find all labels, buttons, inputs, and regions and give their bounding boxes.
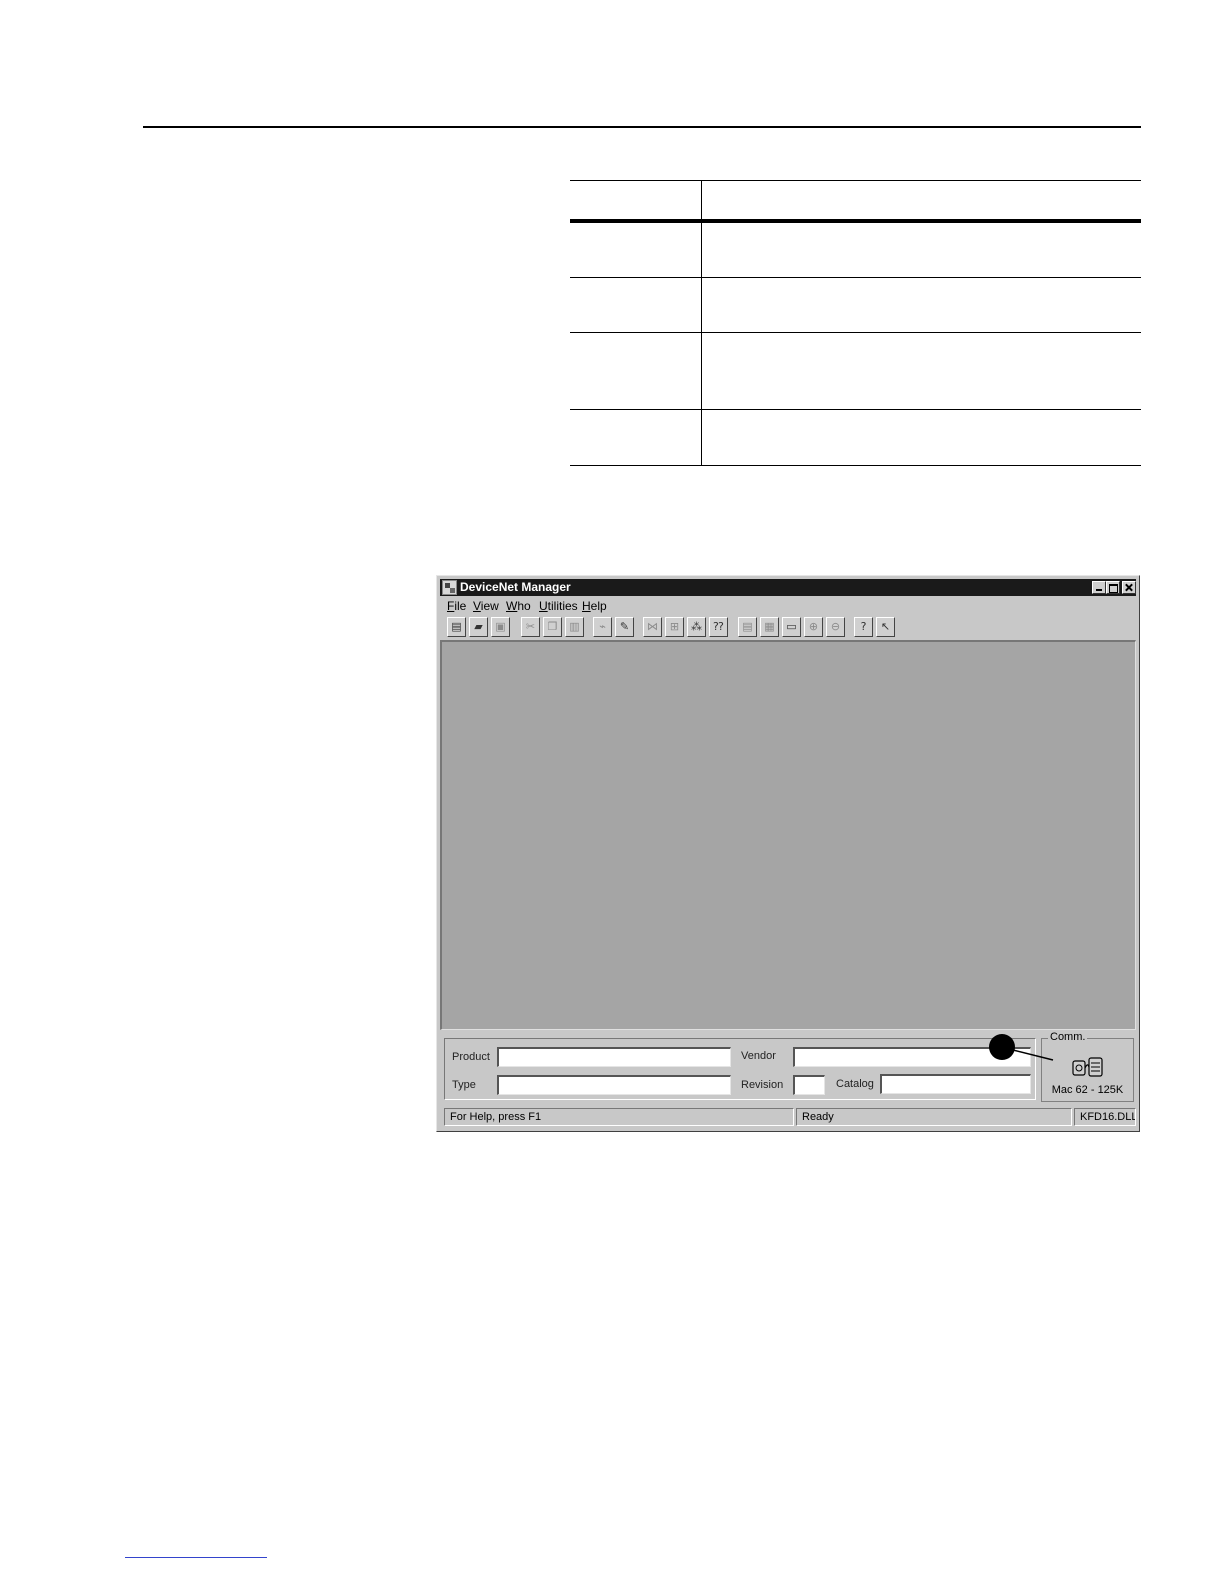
network-workspace[interactable] — [440, 640, 1136, 1030]
revision-field — [793, 1075, 825, 1095]
callout-marker — [989, 1034, 1015, 1060]
app-icon[interactable] — [442, 580, 457, 595]
view-details-icon[interactable]: ▦ — [760, 617, 779, 637]
table-rule — [570, 409, 1141, 410]
table-rule — [570, 277, 1141, 278]
menu-bar: File View Who Utilities Help — [440, 597, 1136, 615]
minimize-button[interactable] — [1092, 581, 1106, 594]
footer-link-underline[interactable] — [125, 1557, 267, 1558]
online-icon[interactable]: ⌁ — [593, 617, 612, 637]
paste-icon[interactable]: ▥ — [565, 617, 584, 637]
context-help-icon[interactable]: ↖ — [876, 617, 895, 637]
zoom-out-icon[interactable]: ⊖ — [826, 617, 845, 637]
grid-icon[interactable]: ⊞ — [665, 617, 684, 637]
save-icon[interactable]: ▣ — [491, 617, 510, 637]
type-label: Type — [452, 1079, 476, 1091]
node-commission-icon[interactable]: ⁂ — [687, 617, 706, 637]
copy-icon[interactable]: ❐ — [543, 617, 562, 637]
comm-link-icon[interactable] — [1070, 1055, 1106, 1081]
network-who-icon[interactable]: ⋈ — [643, 617, 662, 637]
toolbar: ▤ ▰ ▣ ✂ ❐ ▥ ⌁ ✎ ⋈ ⊞ ⁂ ⁇ ▤ ▦ ▭ ⊕ ⊖ ? ↖ — [447, 617, 1137, 639]
view-window-icon[interactable]: ▭ — [782, 617, 801, 637]
table-rule — [570, 465, 1141, 466]
page-top-rule — [143, 126, 1141, 128]
product-field — [497, 1047, 731, 1067]
status-help-text: For Help, press F1 — [444, 1108, 794, 1126]
status-bar: For Help, press F1 Ready KFD16.DLL — [440, 1108, 1136, 1126]
comm-status-text: Mac 62 - 125K — [1051, 1084, 1124, 1096]
view-list-icon[interactable]: ▤ — [738, 617, 757, 637]
devicenet-manager-window: DeviceNet Manager File View Who Utilitie… — [436, 575, 1140, 1132]
menu-who[interactable]: Who — [506, 597, 531, 615]
title-bar[interactable]: DeviceNet Manager — [440, 579, 1136, 596]
help-icon[interactable]: ? — [854, 617, 873, 637]
table-header-rule — [570, 219, 1141, 223]
type-field — [497, 1075, 731, 1095]
catalog-field — [880, 1074, 1031, 1094]
window-title: DeviceNet Manager — [460, 580, 571, 594]
open-folder-icon[interactable]: ▰ — [469, 617, 488, 637]
reference-table — [570, 180, 1141, 466]
comm-status-group: Comm. Mac 62 - 125K — [1041, 1031, 1134, 1102]
product-label: Product — [452, 1051, 490, 1063]
node-query-icon[interactable]: ⁇ — [709, 617, 728, 637]
table-rule — [570, 332, 1141, 333]
zoom-in-icon[interactable]: ⊕ — [804, 617, 823, 637]
status-state: Ready — [796, 1108, 1072, 1126]
menu-help[interactable]: Help — [582, 597, 607, 615]
new-file-icon[interactable]: ▤ — [447, 617, 466, 637]
comm-legend: Comm. — [1048, 1031, 1088, 1043]
edit-icon[interactable]: ✎ — [615, 617, 634, 637]
device-info-panel: Product Type Vendor Revision Catalog — [444, 1038, 1036, 1100]
menu-view[interactable]: View — [473, 597, 499, 615]
maximize-button[interactable] — [1106, 581, 1120, 594]
menu-file[interactable]: File — [447, 597, 466, 615]
table-rule — [570, 180, 1141, 181]
close-button[interactable] — [1122, 581, 1136, 594]
status-driver: KFD16.DLL — [1074, 1108, 1136, 1126]
table-column-divider — [701, 180, 702, 466]
menu-utilities[interactable]: Utilities — [539, 597, 578, 615]
catalog-label: Catalog — [836, 1078, 874, 1090]
revision-label: Revision — [741, 1079, 784, 1091]
vendor-label: Vendor — [741, 1050, 776, 1062]
cut-icon[interactable]: ✂ — [521, 617, 540, 637]
